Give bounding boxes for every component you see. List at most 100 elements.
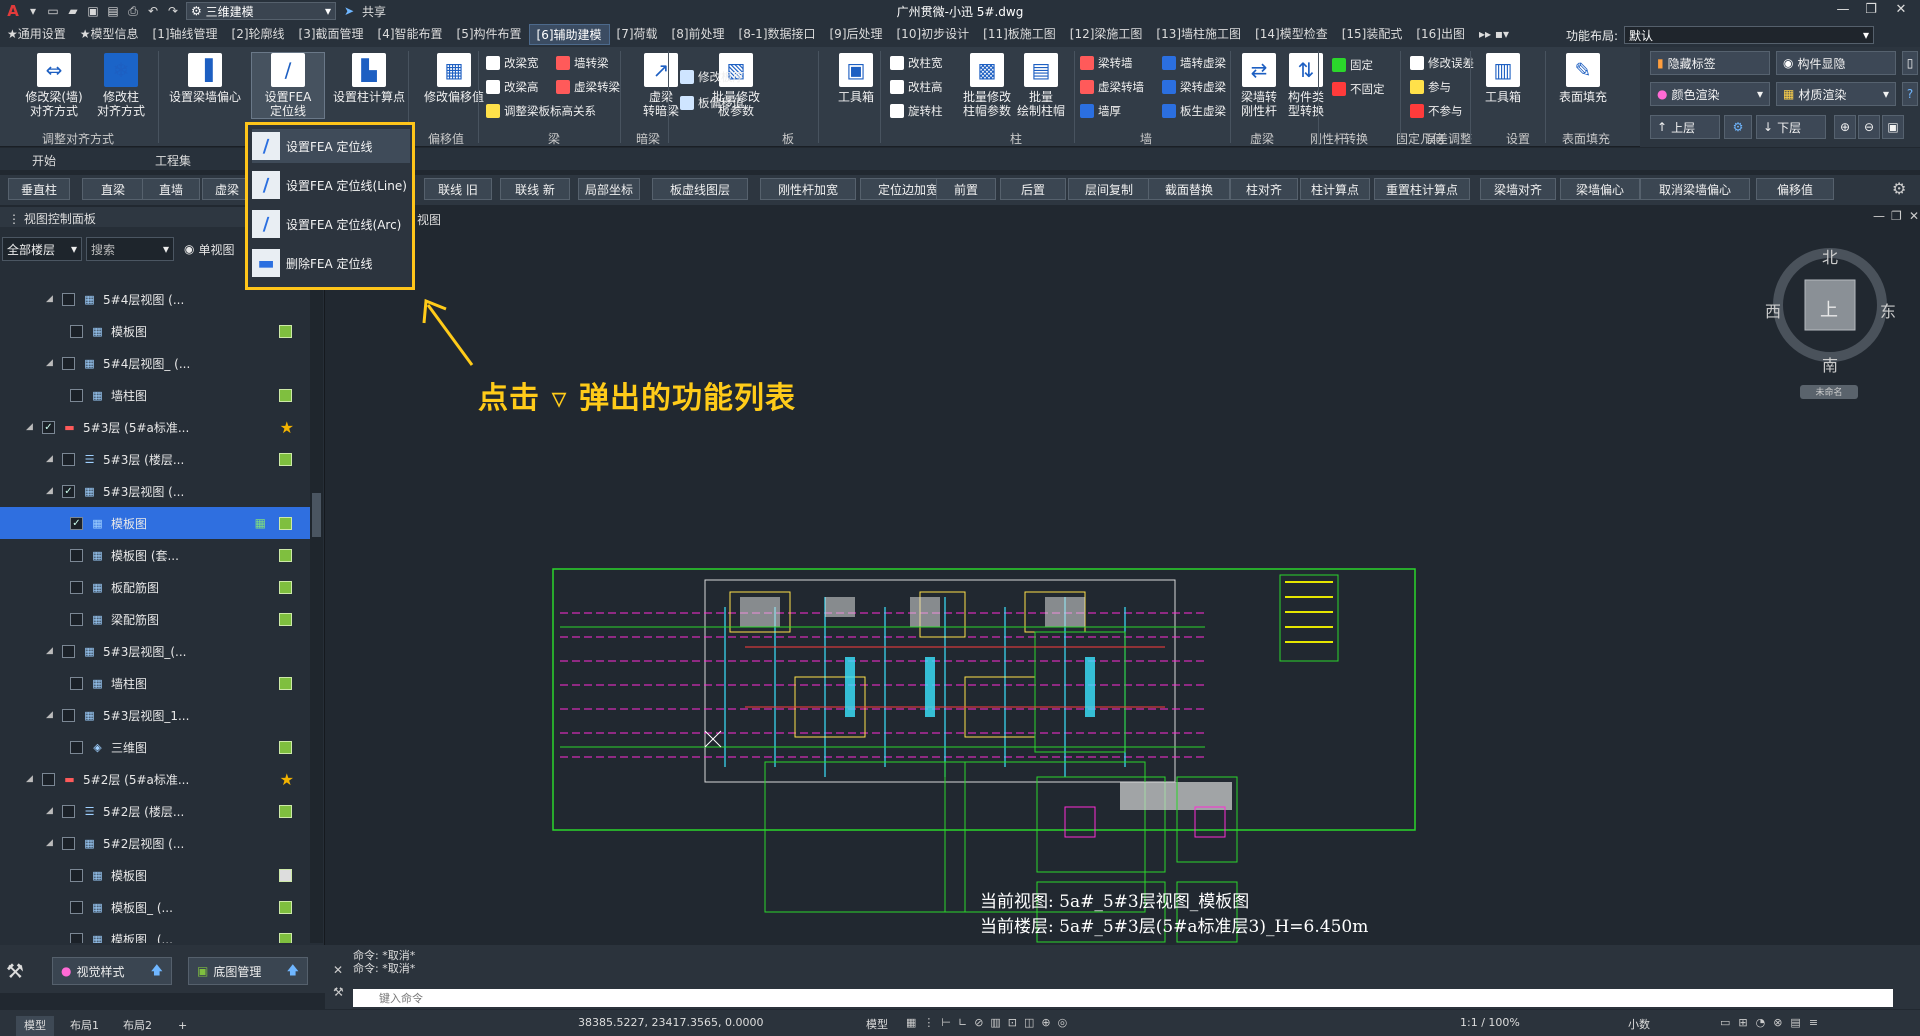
command-input[interactable]: 键入命令 (353, 989, 1893, 1007)
expand-arrow-icon[interactable]: ◢ (46, 838, 56, 848)
surface-fill-button[interactable]: ✎ 表面填充 (1552, 53, 1614, 104)
expand-arrow-icon[interactable]: ◢ (26, 774, 36, 784)
ribbon-small-button[interactable]: 梁转虚梁 (1162, 79, 1226, 95)
tree-checkbox[interactable] (70, 388, 83, 402)
tab-model[interactable]: 模型 (16, 1016, 54, 1036)
ribbon-small-button[interactable]: 板偏移值 (680, 95, 744, 111)
toolbar-button[interactable]: 局部坐标 (578, 178, 640, 200)
ribbon-small-button[interactable]: 不固定 (1332, 81, 1385, 97)
base-map-button[interactable]: ▣ 底图管理 🡅 (188, 957, 308, 985)
expand-arrow-icon[interactable]: ◢ (26, 422, 36, 432)
tree-checkbox[interactable] (62, 804, 75, 818)
zoom-out-button[interactable]: ⊖ (1858, 115, 1880, 139)
tree-item[interactable]: ▦ 墙柱图 (0, 667, 310, 699)
expand-arrow-icon[interactable]: ◢ (46, 646, 56, 656)
expand-arrow-icon[interactable]: ◢ (46, 294, 56, 304)
expand-arrow-icon[interactable]: ◢ (46, 454, 56, 464)
menu-tab[interactable]: [4]智能布置 (371, 24, 450, 45)
toolbar-button[interactable]: 前置 (936, 178, 996, 200)
ribbon-small-button[interactable]: 改梁宽 (486, 55, 539, 71)
tab-layout1[interactable]: 布局1 (62, 1016, 107, 1036)
toolbar-button[interactable]: 联线 新 (500, 178, 570, 200)
color-render-button[interactable]: ● 颜色渲染 ▾ (1650, 82, 1770, 106)
tree-item[interactable]: ◢ ✓ ▬ 5#3层 (5#a标准... ★ (0, 411, 310, 443)
tree-item[interactable]: ◢ ▬ 5#2层 (5#a标准... ★ (0, 763, 310, 795)
compass-east[interactable]: 东 (1880, 298, 1896, 322)
menu-tab[interactable]: [8-1]数据接口 (732, 24, 823, 45)
new-file-icon[interactable]: ▭ (46, 4, 60, 18)
tree-item[interactable]: ◢ ☰ 5#2层 (楼层... (0, 795, 310, 827)
wrench-icon[interactable]: ⚒ (333, 985, 344, 999)
ribbon-small-button[interactable]: 调整梁板标高关系 (486, 103, 596, 119)
single-view-radio[interactable]: ◉ 单视图 (184, 241, 235, 258)
change-column-align-button[interactable]: ❄ 修改柱 对齐方式 (90, 53, 152, 118)
batch-column-cap-button[interactable]: ▩ 批量修改 柱帽参数 (960, 53, 1014, 118)
print-icon[interactable]: ⎙ (126, 4, 140, 18)
tree-item[interactable]: ◢ ▦ 5#3层视图_1... (0, 699, 310, 731)
toolbar-button[interactable]: 取消梁墙偏心 (1640, 178, 1750, 200)
current-floor-star-icon[interactable]: ★ (280, 770, 294, 789)
toolbar-button[interactable]: 柱对齐 (1230, 178, 1298, 200)
tools-icon[interactable]: ⚒ (6, 959, 24, 983)
expand-arrow-icon[interactable]: ◢ (46, 806, 56, 816)
share-icon[interactable]: ➤ (342, 4, 356, 18)
current-floor-star-icon[interactable]: ★ (280, 418, 294, 437)
annotation-scale[interactable]: 1:1 / 100% (1460, 1016, 1520, 1029)
tree-item[interactable]: ▦ 模板图 (套... (0, 539, 310, 571)
ribbon-small-button[interactable]: 改柱高 (890, 79, 943, 95)
tree-checkbox[interactable] (62, 356, 75, 370)
tree-checkbox[interactable] (62, 644, 75, 658)
minimize-button[interactable]: — (1832, 2, 1854, 17)
fea-menu-item[interactable]: ▬ 删除FEA 定位线 (252, 246, 410, 280)
tree-item[interactable]: ◈ 三维图 (0, 731, 310, 763)
menu-tab[interactable]: [14]模型检查 (1248, 24, 1335, 45)
unnamed-view-button[interactable]: 未命名 (1800, 385, 1858, 399)
toolbar-button[interactable]: 直梁 (82, 178, 144, 200)
set-column-calc-point-button[interactable]: ▙ 设置柱计算点 (328, 53, 410, 104)
tree-item[interactable]: ◢ ▦ 5#4层视图_ (... (0, 347, 310, 379)
change-offset-button[interactable]: ▦ 修改偏移值 (416, 53, 492, 104)
help-button[interactable]: ? (1902, 82, 1918, 106)
share-label[interactable]: 共享 (362, 3, 386, 20)
floor-settings-button[interactable]: ⚙ (1724, 115, 1752, 139)
tree-checkbox[interactable] (70, 868, 83, 882)
geometry-info-button[interactable]: ▯ (1902, 51, 1918, 75)
layer-badge-icon[interactable] (279, 516, 292, 530)
tree-item[interactable]: ▦ 模板图_ (... (0, 923, 310, 943)
zoom-extents-button[interactable]: ▣ (1882, 115, 1904, 139)
scrollbar-thumb[interactable] (312, 493, 321, 537)
ribbon-small-button[interactable]: 固定 (1332, 57, 1373, 73)
compass-south[interactable]: 南 (1822, 352, 1838, 376)
tree-checkbox[interactable] (62, 708, 75, 722)
app-logo-icon[interactable]: A (6, 2, 20, 20)
menu-tab[interactable]: ★通用设置 (0, 24, 73, 45)
expand-arrow-icon[interactable]: ◢ (46, 486, 56, 496)
toolbar-button[interactable]: 梁墙对齐 (1480, 178, 1556, 200)
tree-checkbox[interactable] (62, 292, 75, 306)
menu-tab[interactable]: [13]墙柱施工图 (1149, 24, 1248, 45)
beam-wall-rigid-button[interactable]: ⇄ 梁墙转 刚性杆 (1236, 53, 1282, 118)
tree-checkbox[interactable] (70, 740, 83, 754)
save-icon[interactable]: ▣ (86, 4, 100, 18)
tree-checkbox[interactable] (42, 772, 55, 786)
toolbar-button[interactable]: 截面替换 (1148, 178, 1230, 200)
view-cube-face-top[interactable]: 上 (1820, 296, 1838, 322)
dropdown-icon[interactable]: ▾ (26, 4, 40, 18)
layer-badge-icon[interactable] (279, 548, 292, 562)
ribbon-small-button[interactable]: 虚梁转梁 (556, 79, 620, 95)
menu-tab[interactable]: [11]板施工图 (976, 24, 1063, 45)
set-fea-line-button[interactable]: ∕ 设置FEA 定位线 (251, 52, 325, 119)
menu-tab[interactable]: [9]后处理 (823, 24, 890, 45)
menu-tab[interactable]: [2]轮廓线 (225, 24, 292, 45)
layer-badge-icon[interactable] (279, 324, 292, 338)
ribbon-small-button[interactable]: 改柱宽 (890, 55, 943, 71)
save-as-icon[interactable]: ▤ (106, 4, 120, 18)
layer-badge-icon[interactable] (279, 804, 292, 818)
menu-tab[interactable]: ★模型信息 (73, 24, 146, 45)
toolbar-button[interactable]: 柱计算点 (1300, 178, 1370, 200)
layer-badge-icon[interactable] (279, 388, 292, 402)
tree-item[interactable]: ▦ 模板图_ (... (0, 891, 310, 923)
layer-badge-icon[interactable] (279, 868, 292, 882)
close-button[interactable]: ✕ (1890, 2, 1912, 17)
tree-checkbox[interactable]: ✓ (42, 420, 55, 434)
